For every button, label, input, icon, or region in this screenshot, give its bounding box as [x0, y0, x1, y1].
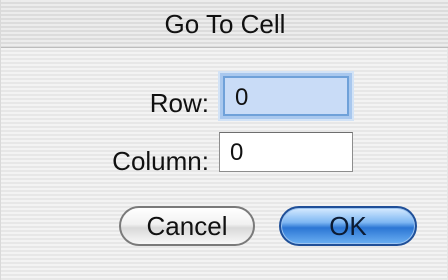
row-input[interactable]: 0	[223, 76, 349, 116]
ok-button[interactable]: OK	[279, 206, 417, 246]
dialog-title: Go To Cell	[164, 9, 286, 39]
column-input[interactable]: 0	[219, 132, 353, 172]
cancel-button[interactable]: Cancel	[119, 206, 255, 246]
title-bar: Go To Cell	[1, 0, 448, 48]
go-to-cell-dialog: Go To Cell Row: 0 Column: 0 Cancel OK	[0, 0, 448, 280]
column-label: Column:	[112, 146, 209, 176]
row-label: Row:	[149, 88, 209, 118]
